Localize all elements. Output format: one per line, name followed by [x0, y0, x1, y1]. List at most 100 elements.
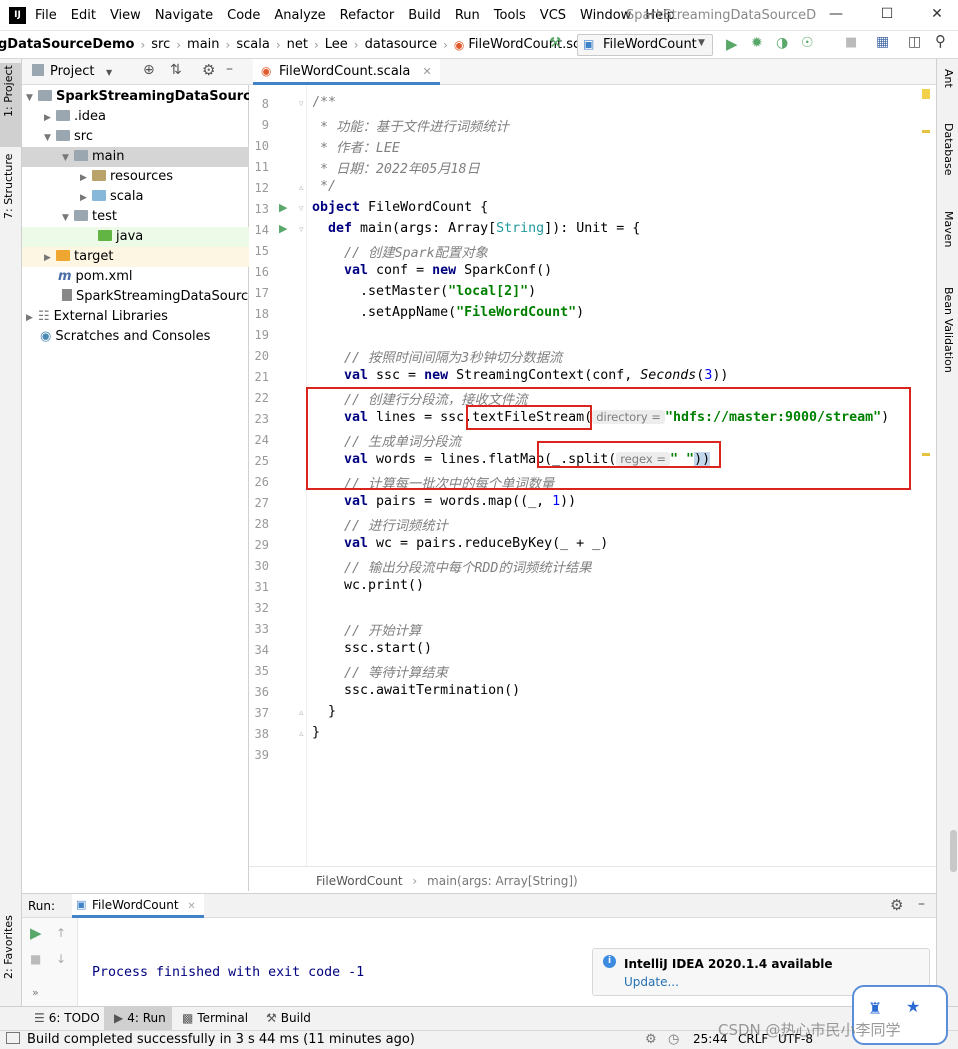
breadcrumb-object[interactable]: FileWordCount — [316, 874, 403, 888]
rerun-icon[interactable]: ▶ — [30, 924, 42, 942]
fold-icon[interactable]: ▵ — [299, 729, 304, 739]
coverage-icon[interactable]: ◑ — [776, 35, 788, 51]
minimize-button[interactable]: — — [826, 6, 846, 24]
menu-run[interactable]: Run — [455, 8, 480, 23]
menu-vcs[interactable]: VCS — [540, 8, 566, 23]
run-tab-filewordcount[interactable]: ▣ FileWordCount ✕ — [72, 894, 204, 918]
stop-icon[interactable]: ■ — [845, 35, 857, 50]
tree-item-java[interactable]: java — [22, 227, 249, 247]
hide-panel-icon[interactable]: – — [226, 61, 233, 77]
tree-item-resources[interactable]: ▶ resources — [22, 167, 249, 187]
scroll-up-icon[interactable]: ↑ — [56, 926, 66, 940]
run-button[interactable]: ▶ — [726, 35, 738, 53]
error-stripe-mark[interactable] — [922, 453, 930, 456]
error-stripe-mark[interactable] — [922, 130, 930, 133]
line-number: 37 — [254, 706, 269, 720]
favorites-tool-label[interactable]: 2: Favorites — [2, 915, 15, 979]
maximize-button[interactable]: ☐ — [877, 6, 897, 24]
layout-icon[interactable]: ◫ — [908, 34, 921, 50]
code-line-21: val ssc = new StreamingContext(conf, Sec… — [344, 368, 728, 383]
project-tool-label[interactable]: 1: Project — [2, 65, 15, 117]
fold-icon[interactable]: ▿ — [299, 204, 304, 214]
clock-icon[interactable]: ◷ — [668, 1032, 679, 1047]
tab-filewordcount-scala[interactable]: ◉ FileWordCount.scala ✕ — [253, 59, 440, 85]
dropdown-arrow-icon: ▼ — [698, 38, 705, 48]
folder-icon — [56, 110, 70, 121]
profile-icon[interactable]: ☉ — [801, 35, 814, 51]
run-tool-tab[interactable]: ▶ 4: Run — [104, 1007, 172, 1030]
code-line-28: // 进行词频统计 — [344, 519, 448, 534]
locate-icon[interactable]: ⊕ — [143, 62, 155, 78]
close-tab-icon[interactable]: ✕ — [187, 901, 195, 912]
tree-item-pom[interactable]: m pom.xml — [22, 267, 249, 287]
menu-analyze[interactable]: Analyze — [274, 8, 325, 23]
breadcrumb-main[interactable]: main — [187, 37, 219, 52]
run-gutter-icon[interactable]: ▶ — [279, 201, 287, 214]
fold-icon[interactable]: ▵ — [299, 708, 304, 718]
ant-tool-label[interactable]: Ant — [942, 69, 955, 88]
code-text: main(args: Array[ — [352, 221, 497, 236]
tree-item-test[interactable]: ▼ test — [22, 207, 249, 227]
menu-refactor[interactable]: Refactor — [340, 8, 395, 23]
close-button[interactable]: ✕ — [927, 6, 947, 24]
menu-window[interactable]: Window — [580, 8, 631, 23]
close-tab-icon[interactable]: ✕ — [423, 65, 432, 78]
bean-validation-tool-label[interactable]: Bean Validation — [942, 287, 955, 373]
hide-panel-icon[interactable]: – — [918, 896, 925, 912]
tree-item-main[interactable]: ▼ main — [22, 147, 249, 167]
breadcrumb-scala[interactable]: scala — [236, 37, 269, 52]
maven-tool-label[interactable]: Maven — [942, 211, 955, 247]
tree-item-scratches[interactable]: ◉ Scratches and Consoles — [22, 327, 249, 347]
event-log-icon[interactable]: ⚙ — [645, 1032, 657, 1047]
more-icon[interactable]: » — [32, 986, 39, 999]
breadcrumb-net[interactable]: net — [287, 37, 308, 52]
collapse-all-icon[interactable]: ⇅ — [170, 62, 182, 78]
terminal-tool-tab[interactable]: ▩ Terminal — [182, 1011, 248, 1025]
stop-icon[interactable]: ■ — [30, 952, 41, 966]
project-panel-title[interactable]: Project — [50, 64, 94, 79]
scroll-down-icon[interactable]: ↓ — [56, 952, 66, 966]
build-tool-tab[interactable]: ⚒ Build — [266, 1011, 311, 1025]
tree-item-project-root[interactable]: ▼ SparkStreamingDataSourceDem — [22, 87, 249, 107]
build-hammer-icon[interactable]: ⚒ — [549, 35, 562, 51]
fold-icon[interactable]: ▿ — [299, 225, 304, 235]
search-icon[interactable]: ⚲ — [935, 32, 946, 50]
fold-icon[interactable]: ▿ — [299, 99, 304, 109]
menu-navigate[interactable]: Navigate — [155, 8, 213, 23]
breadcrumb-src[interactable]: src — [151, 37, 170, 52]
tree-item-iml[interactable]: SparkStreamingDataSourceD — [22, 287, 249, 307]
database-tool-label[interactable]: Database — [942, 123, 955, 176]
layout-toggle-icon[interactable] — [6, 1032, 20, 1044]
debug-bug-icon[interactable]: ✹ — [751, 35, 763, 51]
gear-icon[interactable]: ⚙ — [202, 61, 215, 79]
fold-icon[interactable]: ▵ — [299, 183, 304, 193]
structure-tool-label[interactable]: 7: Structure — [2, 154, 15, 219]
warning-marker[interactable] — [922, 89, 930, 99]
line-number: 23 — [254, 412, 269, 426]
chevron-down-icon[interactable]: ▼ — [106, 68, 112, 77]
tree-item-external-libraries[interactable]: ▶ ☷ External Libraries — [22, 307, 249, 327]
gear-icon[interactable]: ⚙ — [890, 896, 903, 914]
menu-tools[interactable]: Tools — [494, 8, 526, 23]
update-link[interactable]: Update... — [624, 975, 679, 989]
run-gutter-icon[interactable]: ▶ — [279, 222, 287, 235]
keyword: new — [424, 368, 449, 383]
editor-scrollbar[interactable] — [950, 830, 957, 872]
run-config-label: FileWordCount — [603, 37, 697, 52]
menu-edit[interactable]: Edit — [71, 8, 96, 23]
menu-view[interactable]: View — [110, 8, 141, 23]
project-structure-icon[interactable]: ▦ — [876, 34, 889, 50]
tree-item-src[interactable]: ▼ src — [22, 127, 249, 147]
menu-code[interactable]: Code — [227, 8, 260, 23]
breadcrumb-datasource[interactable]: datasource — [365, 37, 437, 52]
menu-file[interactable]: File — [35, 8, 57, 23]
menu-build[interactable]: Build — [408, 8, 441, 23]
breadcrumb-lee[interactable]: Lee — [325, 37, 348, 52]
tree-item-scala[interactable]: ▶ scala — [22, 187, 249, 207]
breadcrumb-project[interactable]: gDataSourceDemo — [0, 37, 134, 52]
tree-item-idea[interactable]: ▶ .idea — [22, 107, 249, 127]
breadcrumb-method[interactable]: main(args: Array[String]) — [427, 874, 578, 888]
tree-item-target[interactable]: ▶ target — [22, 247, 249, 267]
todo-tool-tab[interactable]: ☰ 6: TODO — [34, 1011, 100, 1025]
run-configuration-select[interactable]: ▣ FileWordCount ▼ — [577, 34, 713, 56]
